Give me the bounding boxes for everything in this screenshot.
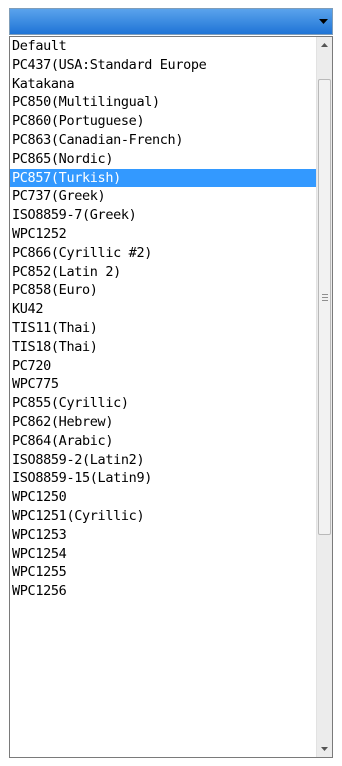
option-item[interactable]: PC855(Cyrillic) (10, 394, 316, 413)
option-item[interactable]: Default (10, 37, 316, 56)
option-item[interactable]: ISO8859-7(Greek) (10, 206, 316, 225)
scrollbar-grip-icon (322, 294, 328, 304)
option-item[interactable]: PC850(Multilingual) (10, 93, 316, 112)
option-item[interactable]: TIS11(Thai) (10, 319, 316, 338)
option-item[interactable]: PC852(Latin 2) (10, 263, 316, 282)
option-item[interactable]: PC864(Arabic) (10, 432, 316, 451)
option-list: Default PC437(USA:Standard Europe Katakana… (10, 37, 316, 757)
option-item[interactable]: PC865(Nordic) (10, 150, 316, 169)
option-item[interactable]: KU42 (10, 300, 316, 319)
option-item[interactable]: WPC1252 (10, 225, 316, 244)
chevron-down-icon[interactable] (315, 9, 332, 34)
option-item[interactable]: PC858(Euro) (10, 281, 316, 300)
option-item[interactable]: WPC1255 (10, 563, 316, 582)
option-item[interactable]: PC437(USA:Standard Europe (10, 56, 316, 75)
vertical-scrollbar[interactable] (316, 37, 332, 757)
option-item[interactable]: WPC775 (10, 375, 316, 394)
option-item[interactable]: Katakana (10, 75, 316, 94)
scrollbar-thumb[interactable] (318, 79, 331, 535)
option-item[interactable]: WPC1254 (10, 545, 316, 564)
option-item[interactable]: PC720 (10, 357, 316, 376)
option-item[interactable]: WPC1250 (10, 488, 316, 507)
option-item[interactable]: TIS18(Thai) (10, 338, 316, 357)
option-item[interactable]: PC857(Turkish) (10, 168, 316, 188)
option-item[interactable]: PC866(Cyrillic #2) (10, 244, 316, 263)
option-item[interactable]: WPC1253 (10, 526, 316, 545)
option-item[interactable]: WPC1251(Cyrillic) (10, 507, 316, 526)
option-item[interactable]: WPC1256 (10, 582, 316, 601)
scroll-up-arrow-icon[interactable] (317, 37, 332, 53)
option-item[interactable]: PC860(Portuguese) (10, 112, 316, 131)
scroll-down-arrow-icon[interactable] (317, 741, 332, 757)
option-item[interactable]: PC862(Hebrew) (10, 413, 316, 432)
option-item[interactable]: ISO8859-15(Latin9) (10, 469, 316, 488)
codepage-dropdown-list: Default PC437(USA:Standard Europe Katakana… (9, 36, 333, 758)
option-item[interactable]: PC863(Canadian-French) (10, 131, 316, 150)
codepage-combobox[interactable] (9, 8, 333, 35)
option-item[interactable]: ISO8859-2(Latin2) (10, 451, 316, 470)
option-item[interactable]: PC737(Greek) (10, 187, 316, 206)
